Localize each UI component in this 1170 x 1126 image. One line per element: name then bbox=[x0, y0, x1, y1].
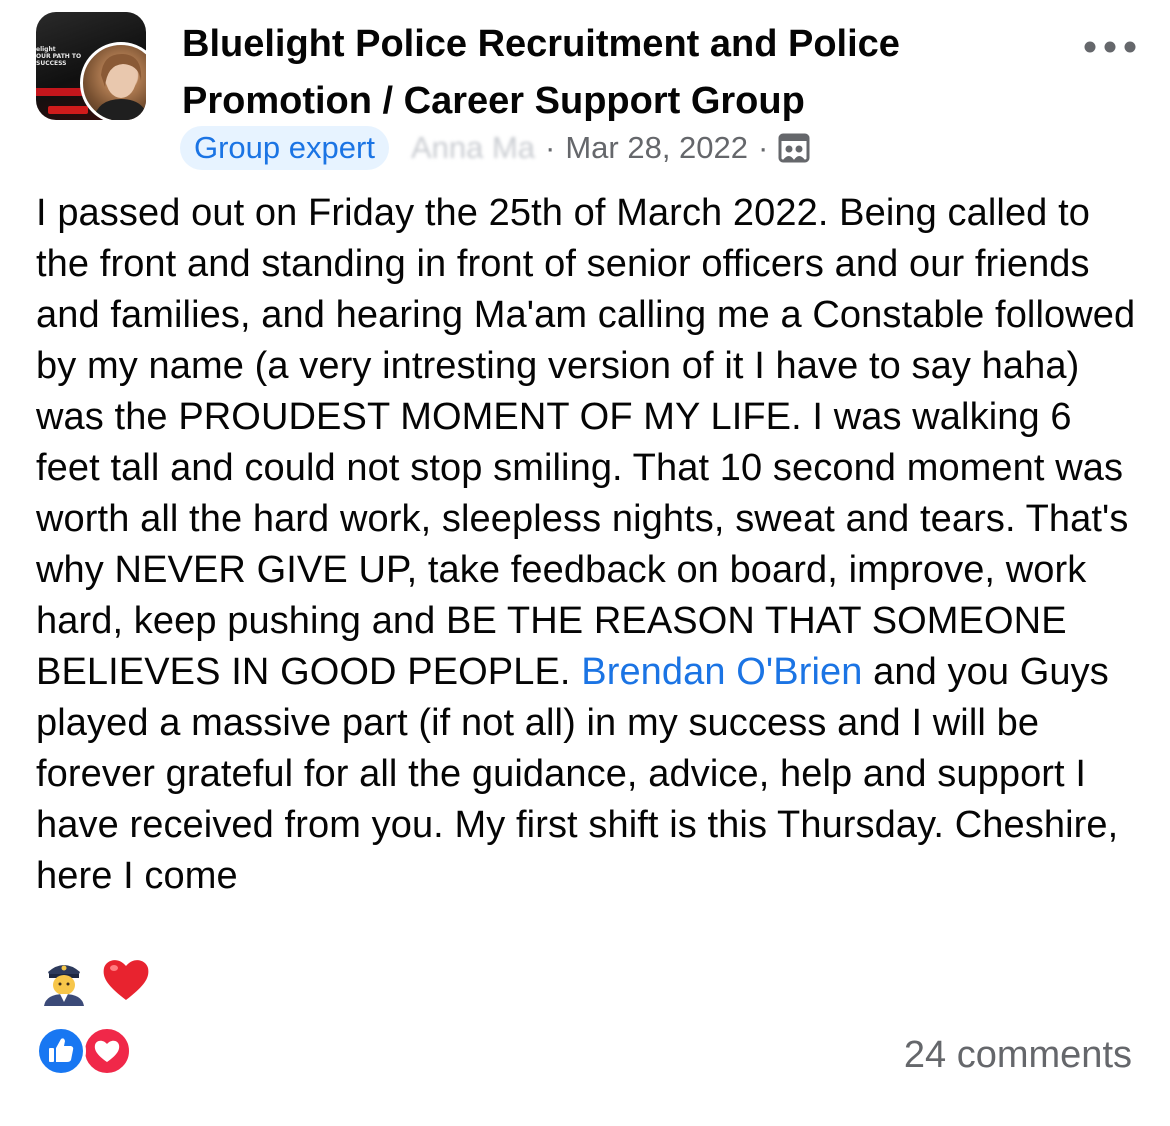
meta-separator: · bbox=[545, 130, 556, 165]
post-header: elight OUR PATH TO SUCCESS Bluelight Pol… bbox=[36, 12, 1146, 172]
author-name[interactable]: Anna Ma bbox=[411, 129, 535, 167]
post-timestamp[interactable]: Mar 28, 2022 bbox=[565, 129, 748, 167]
more-options-button[interactable] bbox=[1078, 26, 1142, 62]
post-text-part: I passed out on Friday the 25th of March… bbox=[36, 192, 1136, 693]
red-heart-emoji bbox=[103, 960, 149, 1000]
post-meta: Group expert Anna Ma · Mar 28, 2022 · bbox=[180, 126, 810, 170]
avatar-portrait bbox=[93, 53, 146, 120]
reactions-summary[interactable] bbox=[36, 1026, 136, 1076]
mention-link[interactable]: Brendan O'Brien bbox=[581, 651, 862, 693]
comments-count-link[interactable]: 24 comments bbox=[904, 1032, 1132, 1078]
like-reaction-icon bbox=[36, 1026, 86, 1076]
love-reaction-icon bbox=[82, 1026, 132, 1076]
thumbnail-button-graphic bbox=[48, 106, 88, 114]
group-name-link[interactable]: Bluelight Police Recruitment and Police … bbox=[182, 16, 1042, 130]
police-officer-emoji bbox=[44, 965, 84, 1006]
meta-separator: · bbox=[758, 130, 769, 165]
author-avatar[interactable] bbox=[80, 42, 146, 120]
more-dots-icon bbox=[1084, 41, 1136, 53]
group-privacy-icon bbox=[778, 132, 810, 164]
group-thumbnail-text: elight OUR PATH TO SUCCESS bbox=[36, 46, 82, 67]
post-emojis bbox=[38, 950, 152, 1010]
group-expert-badge[interactable]: Group expert bbox=[180, 126, 389, 170]
group-thumbnail[interactable]: elight OUR PATH TO SUCCESS bbox=[36, 12, 146, 120]
post-footer: 24 comments bbox=[36, 1022, 1132, 1092]
post-text: I passed out on Friday the 25th of March… bbox=[36, 188, 1146, 902]
